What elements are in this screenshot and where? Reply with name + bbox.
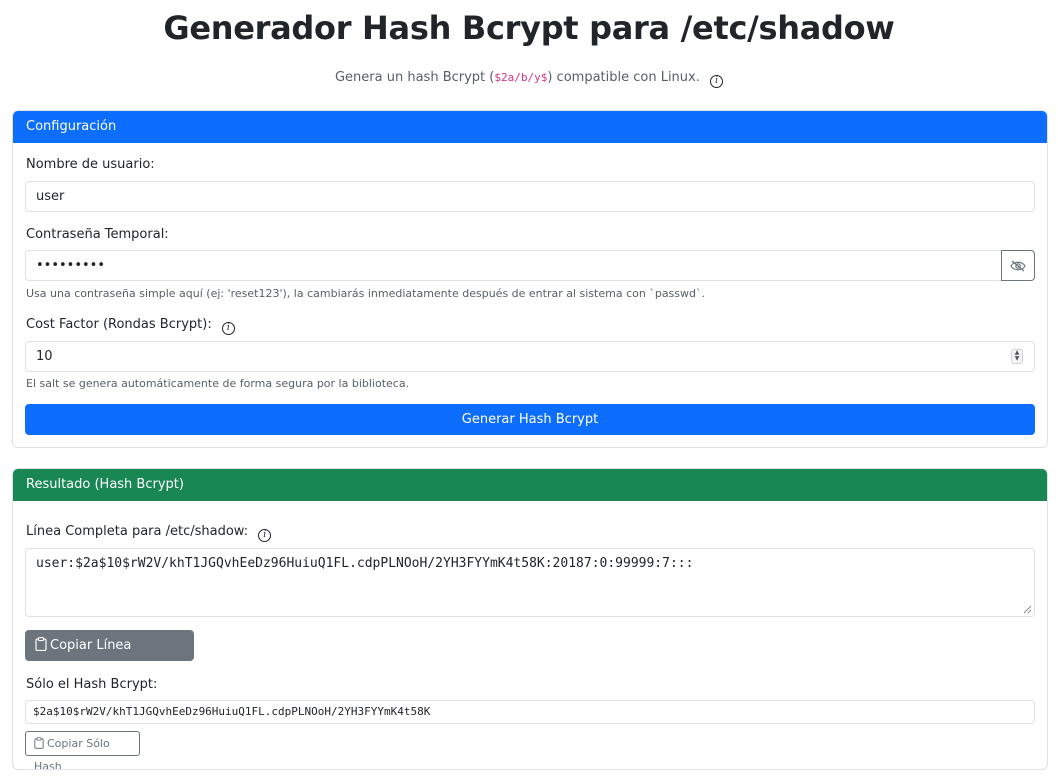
full-line-textarea[interactable]: user:$2a$10$rW2V/khT1JGQvhEeDz96HuiuQ1FL… xyxy=(25,548,1035,617)
password-input[interactable]: ••••••••• xyxy=(25,250,1002,281)
cost-label-text: Cost Factor (Rondas Bcrypt): xyxy=(26,317,212,332)
config-header: Configuración xyxy=(13,111,1047,143)
cost-value: 10 xyxy=(36,349,53,364)
full-line-label-text: Línea Completa para /etc/shadow: xyxy=(26,524,249,539)
copy-hash-button[interactable]: Copiar Sólo Hash xyxy=(25,731,140,769)
username-input[interactable]: user xyxy=(25,181,1035,212)
copy-hash-label: Copiar Sólo Hash xyxy=(34,737,110,770)
page-title: Generador Hash Bcrypt para /etc/shadow xyxy=(163,9,895,47)
hash-label: Sólo el Hash Bcrypt: xyxy=(26,677,158,692)
eye-slash-icon xyxy=(1010,260,1026,271)
resize-handle-icon[interactable] xyxy=(1022,604,1032,614)
username-label: Nombre de usuario: xyxy=(26,157,155,172)
info-icon[interactable]: i xyxy=(710,75,724,88)
clipboard-icon xyxy=(35,637,47,651)
cost-label: Cost Factor (Rondas Bcrypt): i xyxy=(26,317,235,335)
generate-button[interactable]: Generar Hash Bcrypt xyxy=(25,404,1035,435)
copy-full-line-button[interactable]: Copiar Línea Completa xyxy=(25,630,194,684)
password-label: Contraseña Temporal: xyxy=(26,227,169,242)
page-subtitle: Genera un hash Bcrypt ($2a/b/y$) compati… xyxy=(0,70,1058,88)
hash-input[interactable]: $2a$10$rW2V/khT1JGQvhEeDz96HuiuQ1FL.cdpP… xyxy=(25,700,1035,724)
subtitle-code: $2a/b/y$ xyxy=(494,71,548,84)
password-help: Usa una contraseña simple aquí (ej: 'res… xyxy=(26,287,705,300)
clipboard-icon xyxy=(34,737,44,749)
cost-input[interactable]: 10 ▲ ▼ xyxy=(25,341,1035,372)
result-card: Resultado (Hash Bcrypt) Línea Completa p… xyxy=(12,468,1048,770)
toggle-password-button[interactable] xyxy=(1001,250,1035,281)
subtitle-suffix: ) compatible con Linux. xyxy=(547,70,700,85)
cost-help: El salt se genera automáticamente de for… xyxy=(26,377,410,390)
result-header: Resultado (Hash Bcrypt) xyxy=(13,469,1047,501)
cost-spinner[interactable]: ▲ ▼ xyxy=(1011,349,1023,364)
info-icon[interactable]: i xyxy=(221,322,235,335)
full-line-label: Línea Completa para /etc/shadow: i xyxy=(26,524,272,542)
config-card: Configuración Nombre de usuario: user Co… xyxy=(12,110,1048,448)
info-icon[interactable]: i xyxy=(258,529,272,542)
full-line-value: user:$2a$10$rW2V/khT1JGQvhEeDz96HuiuQ1FL… xyxy=(36,556,694,571)
subtitle-prefix: Genera un hash Bcrypt ( xyxy=(334,70,495,85)
